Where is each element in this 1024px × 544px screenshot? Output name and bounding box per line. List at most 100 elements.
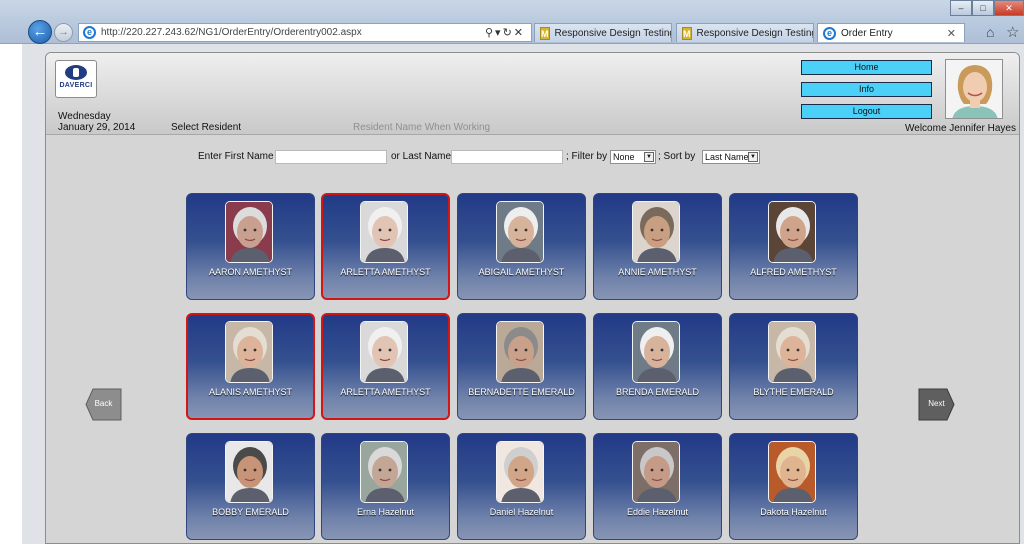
resident-name-placeholder: Resident Name When Working	[353, 122, 491, 133]
resident-photo	[768, 321, 816, 383]
resident-photo	[360, 321, 408, 383]
info-button[interactable]: Info	[801, 82, 932, 97]
chevron-down-icon: ▼	[644, 152, 654, 162]
logout-button[interactable]: Logout	[801, 104, 932, 119]
resident-name: BOBBY EMERALD	[212, 507, 289, 517]
back-button[interactable]: Back	[85, 388, 122, 421]
resident-tile[interactable]: BERNADETTE EMERALD	[457, 313, 586, 420]
resident-portrait-icon	[226, 202, 272, 262]
resident-tile[interactable]: BLYTHE EMERALD	[729, 313, 858, 420]
resident-photo	[632, 321, 680, 383]
logo-mark-icon	[65, 65, 87, 80]
first-name-input[interactable]	[275, 150, 387, 164]
resident-portrait-icon	[633, 202, 679, 262]
resident-name: BRENDA EMERALD	[615, 387, 700, 397]
resident-tile[interactable]: Eddie Hazelnut	[593, 433, 722, 540]
close-window-icon[interactable]: ✕	[994, 0, 1024, 16]
tab-close-icon[interactable]: ✕	[947, 27, 956, 40]
filter-bar: Enter First Name or Last Name ; Filter b…	[46, 149, 1019, 165]
resident-name: ALFRED AMETHYST	[750, 267, 837, 277]
resident-name: ABIGAIL AMETHYST	[478, 267, 565, 277]
last-name-label: or Last Name	[391, 151, 452, 162]
resident-name: Daniel Hazelnut	[489, 507, 554, 517]
first-name-label: Enter First Name	[198, 151, 274, 162]
filter-by-label: ; Filter by	[566, 151, 608, 162]
resident-name: Dakota Hazelnut	[760, 507, 827, 517]
home-button[interactable]: Home	[801, 60, 932, 75]
favorites-star-icon[interactable]: ☆	[1006, 23, 1019, 41]
maximize-icon[interactable]: □	[972, 0, 994, 16]
address-url: http://220.227.243.62/NG1/OrderEntry/Ord…	[101, 27, 362, 38]
resident-photo	[632, 441, 680, 503]
welcome-message: Welcome Jennifer Hayes	[905, 123, 1016, 134]
resident-tile[interactable]: ABIGAIL AMETHYST	[457, 193, 586, 300]
resident-photo	[225, 441, 273, 503]
resident-tile[interactable]: ALANIS AMETHYST	[186, 313, 315, 420]
resident-tile[interactable]: BOBBY EMERALD	[186, 433, 315, 540]
tab-responsive-2[interactable]: M Responsive Design Testing	[676, 23, 814, 42]
sort-select[interactable]: Last Name ▼	[702, 150, 760, 164]
browser-toolbar: – □ ✕ ← → e http://220.227.243.62/NG1/Or…	[0, 0, 1024, 44]
filter-select-value: None	[613, 152, 635, 162]
resident-tile[interactable]: ALFRED AMETHYST	[729, 193, 858, 300]
resident-photo	[768, 441, 816, 503]
resident-tile[interactable]: AARON AMETHYST	[186, 193, 315, 300]
ie-tab-icon: e	[823, 26, 836, 40]
resident-tile[interactable]: BRENDA EMERALD	[593, 313, 722, 420]
page-left-margin	[0, 44, 22, 544]
resident-photo	[496, 201, 544, 263]
resident-portrait-icon	[226, 442, 272, 502]
resident-portrait-icon	[226, 322, 272, 382]
resident-portrait-icon	[361, 322, 407, 382]
ie-page-icon: e	[83, 26, 96, 39]
address-bar[interactable]: e http://220.227.243.62/NG1/OrderEntry/O…	[78, 23, 532, 42]
resident-portrait-icon	[769, 202, 815, 262]
resident-name: ANNIE AMETHYST	[618, 267, 697, 277]
resident-name: BLYTHE EMERALD	[753, 387, 834, 397]
resident-name: ARLETTA AMETHYST	[340, 267, 431, 277]
tab-label: Responsive Design Testing	[696, 27, 814, 39]
resident-portrait-icon	[633, 322, 679, 382]
app-header: DAVERCI Wednesday January 29, 2014 Selec…	[46, 53, 1019, 135]
browser-back-icon[interactable]: ←	[28, 20, 52, 44]
resident-portrait-icon	[361, 202, 407, 262]
resident-tile[interactable]: Erna Hazelnut	[321, 433, 450, 540]
sort-select-value: Last Name	[705, 152, 749, 162]
resident-portrait-icon	[769, 322, 815, 382]
select-resident-label: Select Resident	[171, 122, 242, 133]
weekday-label: Wednesday	[58, 111, 111, 122]
tab-m-icon: M	[540, 26, 550, 40]
resident-photo	[496, 321, 544, 383]
minimize-icon[interactable]: –	[950, 0, 972, 16]
resident-name: Eddie Hazelnut	[626, 507, 689, 517]
date-label: January 29, 2014	[58, 122, 136, 133]
resident-portrait-icon	[633, 442, 679, 502]
resident-portrait-icon	[497, 322, 543, 382]
search-refresh-stop-icons[interactable]: ⚲▾↻✕	[485, 26, 531, 39]
resident-tile[interactable]: Dakota Hazelnut	[729, 433, 858, 540]
resident-tile[interactable]: ANNIE AMETHYST	[593, 193, 722, 300]
tab-order-entry[interactable]: e Order Entry ✕	[817, 23, 965, 42]
resident-photo	[225, 321, 273, 383]
tab-m-icon: M	[682, 26, 692, 40]
tab-responsive-1[interactable]: M Responsive Design Testing	[534, 23, 672, 42]
window-controls: – □ ✕	[950, 0, 1024, 16]
resident-photo	[768, 201, 816, 263]
resident-name: ARLETTA AMETHYST	[340, 387, 431, 397]
resident-portrait-icon	[769, 442, 815, 502]
sort-by-label: ; Sort by	[658, 151, 696, 162]
resident-tile[interactable]: Daniel Hazelnut	[457, 433, 586, 540]
resident-tile[interactable]: ARLETTA AMETHYST	[321, 313, 450, 420]
resident-tile[interactable]: ARLETTA AMETHYST	[321, 193, 450, 300]
tab-label: Responsive Design Testing	[554, 27, 672, 39]
next-label: Next	[928, 399, 945, 408]
resident-photo	[360, 201, 408, 263]
next-button[interactable]: Next	[918, 388, 955, 421]
chevron-down-icon: ▼	[748, 152, 758, 162]
resident-photo	[225, 201, 273, 263]
user-photo-icon	[946, 60, 1002, 118]
filter-select[interactable]: None ▼	[610, 150, 656, 164]
browser-forward-icon[interactable]: →	[54, 23, 73, 42]
home-icon[interactable]: ⌂	[986, 24, 994, 40]
last-name-input[interactable]	[451, 150, 563, 164]
